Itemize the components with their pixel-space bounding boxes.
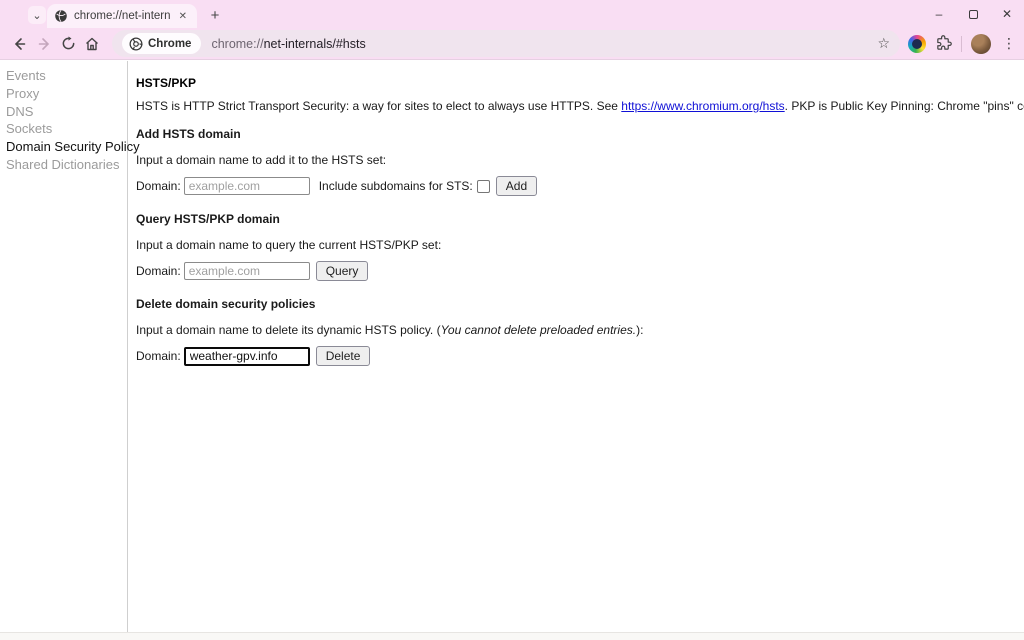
intro-before-link: HSTS is HTTP Strict Transport Security: …	[136, 99, 621, 113]
forward-button[interactable]	[32, 32, 56, 56]
profile-avatar[interactable]	[971, 34, 991, 54]
add-button[interactable]: Add	[496, 176, 537, 196]
active-tab[interactable]: chrome://net-internals/#hsts ✕	[47, 4, 197, 28]
tab-search-button[interactable]: ⌄	[28, 6, 46, 24]
address-bar[interactable]: Chrome chrome://net-internals/#hsts ☆	[112, 30, 900, 57]
sidebar-item-events[interactable]: Events	[6, 67, 127, 85]
minimize-button[interactable]: –	[922, 0, 956, 28]
new-tab-button[interactable]: +	[205, 5, 225, 25]
browser-toolbar: Chrome chrome://net-internals/#hsts ☆ ⋮	[0, 28, 1024, 60]
add-hsts-description: Input a domain name to add it to the HST…	[136, 153, 1024, 167]
home-icon	[84, 36, 100, 52]
query-domain-label: Domain:	[136, 264, 181, 278]
tab-close-icon[interactable]: ✕	[176, 10, 190, 23]
delete-desc-after: ):	[636, 323, 643, 337]
menu-kebab-icon[interactable]: ⋮	[1000, 35, 1018, 52]
url-text: chrome://net-internals/#hsts	[211, 37, 365, 51]
window-controls: – ✕	[922, 0, 1024, 28]
delete-desc-italic: You cannot delete preloaded entries.	[441, 323, 636, 337]
net-internals-page: Events Proxy DNS Sockets Domain Security…	[0, 61, 1024, 632]
maximize-icon	[969, 10, 978, 19]
bookmark-star-icon[interactable]: ☆	[877, 35, 890, 52]
add-hsts-heading: Add HSTS domain	[136, 127, 1024, 141]
include-subdomains-label: Include subdomains for STS:	[319, 179, 473, 193]
sidebar-item-sockets[interactable]: Sockets	[6, 120, 127, 138]
delete-domain-input[interactable]	[184, 347, 310, 366]
delete-policies-form: Domain: Delete	[136, 346, 1024, 366]
delete-policies-heading: Delete domain security policies	[136, 297, 1024, 311]
maximize-button[interactable]	[956, 0, 990, 28]
horizontal-scrollbar[interactable]	[0, 632, 1024, 640]
sidebar: Events Proxy DNS Sockets Domain Security…	[0, 61, 128, 632]
query-hsts-form: Domain: Query	[136, 261, 1024, 281]
url-path: net-internals/#hsts	[264, 37, 366, 51]
browser-window: ⌄ chrome://net-internals/#hsts ✕ + – ✕	[0, 0, 1024, 640]
reload-button[interactable]	[56, 32, 80, 56]
delete-button[interactable]: Delete	[316, 346, 371, 366]
add-hsts-form: Domain: Include subdomains for STS: Add	[136, 176, 1024, 196]
query-button[interactable]: Query	[316, 261, 369, 281]
sidebar-item-shared-dictionaries[interactable]: Shared Dictionaries	[6, 156, 127, 174]
main-content: HSTS/PKP HSTS is HTTP Strict Transport S…	[128, 61, 1024, 632]
query-hsts-description: Input a domain name to query the current…	[136, 238, 1024, 252]
chromium-hsts-link[interactable]: https://www.chromium.org/hsts	[621, 99, 784, 113]
intro-text: HSTS is HTTP Strict Transport Security: …	[136, 99, 1024, 113]
close-window-button[interactable]: ✕	[990, 0, 1024, 28]
tab-strip: ⌄ chrome://net-internals/#hsts ✕ + – ✕	[0, 0, 1024, 28]
chevron-down-icon: ⌄	[32, 9, 41, 22]
chrome-logo-icon	[129, 37, 143, 51]
add-domain-label: Domain:	[136, 179, 181, 193]
arrow-left-icon	[12, 36, 28, 52]
chip-label: Chrome	[148, 38, 191, 50]
toolbar-separator	[961, 36, 962, 52]
page-title: HSTS/PKP	[136, 76, 1024, 90]
tab-title: chrome://net-internals/#hsts	[74, 10, 170, 22]
toolbar-right: ⋮	[908, 34, 1018, 54]
colorful-extension-icon[interactable]	[908, 35, 926, 53]
back-button[interactable]	[8, 32, 32, 56]
globe-favicon-icon	[54, 9, 68, 23]
query-domain-input[interactable]	[184, 262, 310, 280]
extensions-puzzle-icon[interactable]	[935, 35, 952, 52]
home-button[interactable]	[80, 32, 104, 56]
site-chip[interactable]: Chrome	[122, 33, 201, 54]
url-scheme: chrome://	[211, 37, 263, 51]
sidebar-item-dns[interactable]: DNS	[6, 103, 127, 121]
query-hsts-heading: Query HSTS/PKP domain	[136, 212, 1024, 226]
delete-desc-before: Input a domain name to delete its dynami…	[136, 323, 441, 337]
sidebar-item-domain-security-policy[interactable]: Domain Security Policy	[6, 138, 127, 156]
arrow-right-icon	[36, 36, 52, 52]
delete-domain-label: Domain:	[136, 349, 181, 363]
add-domain-input[interactable]	[184, 177, 310, 195]
delete-policies-description: Input a domain name to delete its dynami…	[136, 323, 1024, 337]
reload-icon	[61, 36, 76, 51]
include-subdomains-checkbox[interactable]	[477, 180, 490, 193]
intro-after-link: . PKP is Public Key Pinning: Chrome "pin…	[785, 99, 1024, 113]
sidebar-item-proxy[interactable]: Proxy	[6, 85, 127, 103]
